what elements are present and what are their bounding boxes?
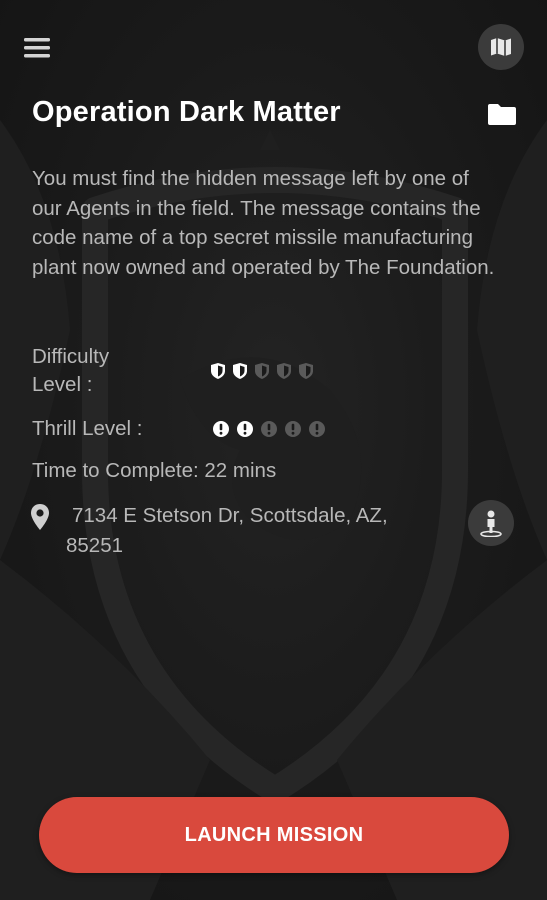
background-emblem	[0, 120, 547, 900]
mission-description: You must find the hidden message left by…	[32, 167, 495, 279]
difficulty-label: Difficulty Level :	[32, 345, 110, 396]
launch-mission-button[interactable]: LAUNCH MISSION	[39, 797, 509, 873]
difficulty-rating	[210, 362, 314, 380]
navigate-button[interactable]	[468, 500, 514, 546]
shield-icon	[255, 363, 269, 379]
shield-icon	[299, 363, 313, 379]
shield-icon	[211, 363, 225, 379]
mission-screen: Operation Dark Matter You must find the …	[0, 0, 547, 900]
map-pin-icon	[31, 504, 49, 530]
exclamation-circle-icon	[285, 421, 301, 437]
exclamation-circle-icon	[237, 421, 253, 437]
mission-address: 7134 E Stetson Dr, Scottsdale, AZ, 85251	[66, 504, 388, 557]
exclamation-circle-icon	[213, 421, 229, 437]
time-to-complete: Time to Complete: 22 mins	[32, 459, 277, 482]
shield-icon	[233, 363, 247, 379]
exclamation-circle-icon	[309, 421, 325, 437]
map-icon	[491, 38, 511, 56]
menu-button[interactable]	[22, 34, 52, 62]
thrill-label: Thrill Level :	[32, 417, 143, 440]
map-button[interactable]	[478, 24, 524, 70]
exclamation-circle-icon	[261, 421, 277, 437]
mission-title: Operation Dark Matter	[32, 96, 341, 128]
folder-button[interactable]	[486, 100, 518, 128]
thrill-rating	[212, 420, 326, 438]
navigation-person-icon	[480, 510, 502, 537]
shield-icon	[277, 363, 291, 379]
hamburger-menu-icon	[24, 38, 50, 58]
folder-icon	[488, 104, 516, 125]
